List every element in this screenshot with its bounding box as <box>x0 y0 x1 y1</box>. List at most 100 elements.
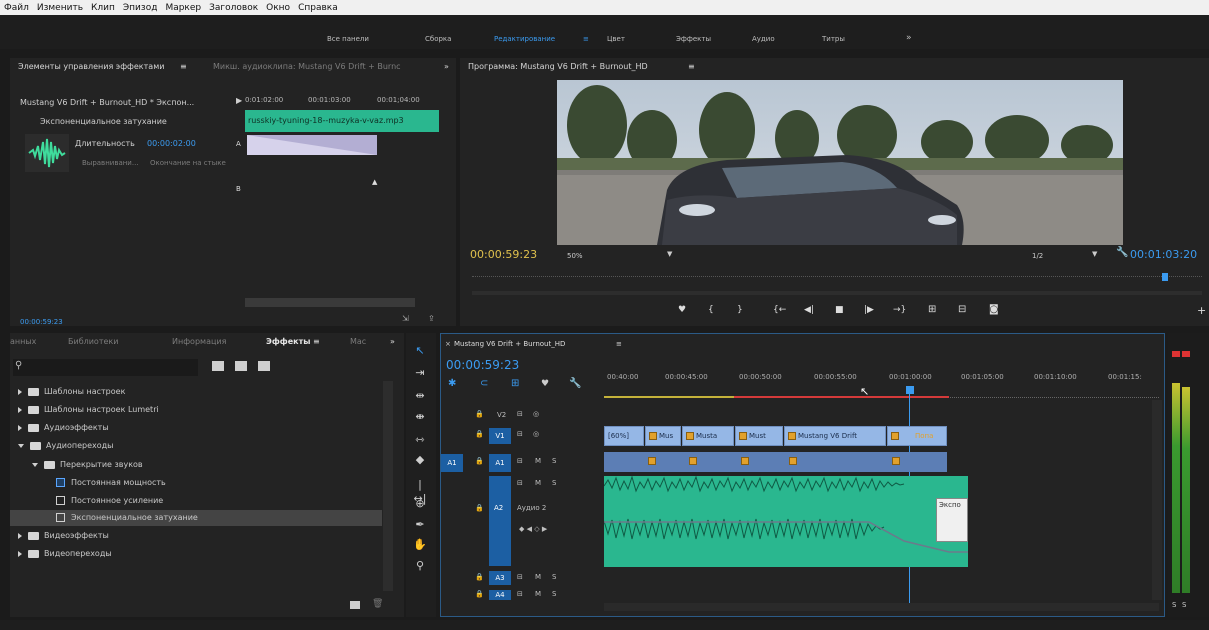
expand-icon[interactable] <box>18 532 22 539</box>
workspace-more-icon[interactable]: » <box>906 33 912 43</box>
export-icon[interactable]: ⇲ <box>402 314 409 323</box>
pen-tool-icon[interactable]: ✒ <box>412 518 428 532</box>
effects-tab-menu-icon[interactable]: ≡ <box>313 333 320 350</box>
program-menu-icon[interactable]: ≡ <box>688 58 695 75</box>
program-zoom-bar[interactable] <box>472 291 1202 295</box>
expand-icon[interactable] <box>18 424 22 431</box>
solo-button[interactable]: S <box>552 590 556 598</box>
effects-panel-more-icon[interactable]: » <box>390 333 395 350</box>
add-marker-timeline-icon[interactable]: ♥ <box>541 379 549 389</box>
tree-constant-power[interactable]: Постоянная мощность <box>56 478 166 487</box>
lock-icon[interactable]: 🔒 <box>475 457 484 465</box>
workspace-titles[interactable]: Титры <box>822 35 845 43</box>
tab-metadata[interactable]: анных <box>10 333 36 350</box>
step-forward-icon[interactable]: |▶ <box>864 305 874 315</box>
duration-value[interactable]: 00:00:02:00 <box>147 139 196 148</box>
track-a4-label[interactable]: A4 <box>489 590 511 600</box>
snap-icon[interactable]: ⊂ <box>480 378 488 389</box>
selection-tool-icon[interactable]: ↖ <box>412 344 428 358</box>
program-playhead-timecode[interactable]: 00:00:59:23 <box>470 248 537 261</box>
expand-icon[interactable] <box>18 388 22 395</box>
solo-button[interactable]: S <box>552 457 556 465</box>
workspace-audio[interactable]: Аудио <box>752 35 775 43</box>
slide-tool-icon[interactable]: ⊕ <box>412 497 428 511</box>
menu-help[interactable]: Справка <box>298 3 338 13</box>
tab-menu-icon[interactable]: ≡ <box>180 58 187 75</box>
sync-icon[interactable]: ⊟ <box>517 479 523 487</box>
program-ruler[interactable] <box>472 276 1202 286</box>
eye-icon[interactable]: ◎ <box>533 430 539 438</box>
tree-presets[interactable]: Шаблоны настроек <box>18 387 125 396</box>
share-icon[interactable]: ⇪ <box>428 314 435 323</box>
timeline-playhead-handle[interactable] <box>906 386 914 394</box>
nest-icon[interactable]: ✱ <box>448 378 456 389</box>
lock-icon[interactable]: 🔒 <box>475 430 484 438</box>
video-clip[interactable]: [60%] <box>604 426 644 446</box>
tree-audio-effects[interactable]: Аудиоэффекты <box>18 423 109 432</box>
ec-scrollbar[interactable] <box>245 298 415 307</box>
mark-in-icon[interactable]: { <box>708 305 714 315</box>
mute-button[interactable]: M <box>535 590 541 598</box>
menu-window[interactable]: Окно <box>266 3 290 13</box>
lock-icon[interactable]: 🔒 <box>475 573 484 581</box>
track-v2-label[interactable]: V2 <box>497 411 506 419</box>
close-sequence-icon[interactable]: × <box>445 340 451 348</box>
video-clip[interactable]: Must <box>735 426 783 446</box>
workspace-editing[interactable]: Редактирование <box>494 35 555 43</box>
mute-button[interactable]: M <box>535 479 541 487</box>
track-a1-label[interactable]: A1 <box>489 454 511 472</box>
ec-timecode[interactable]: 00:00:59:23 <box>20 318 63 326</box>
export-frame-icon[interactable]: ◙ <box>989 304 999 315</box>
timeline-menu-icon[interactable]: ≡ <box>616 340 622 348</box>
sync-icon[interactable]: ⊟ <box>517 430 523 438</box>
go-to-out-icon[interactable]: →} <box>893 305 906 315</box>
add-marker-icon[interactable]: ♥ <box>678 305 686 315</box>
tree-exponential-fade[interactable]: Экспоненциальное затухание <box>56 513 198 522</box>
video-clip[interactable]: Попа <box>887 426 947 446</box>
solo-right-button[interactable]: S <box>1182 601 1186 609</box>
workspace-effects[interactable]: Эффекты <box>676 35 711 43</box>
zoom-tool-icon[interactable]: ⚲ <box>412 559 428 573</box>
extract-icon[interactable]: ⊟ <box>958 304 966 315</box>
audio-clip-a2[interactable] <box>603 475 968 567</box>
workspace-assembly[interactable]: Сборка <box>425 35 451 43</box>
audio-transition-clip[interactable]: Экспо <box>936 498 968 542</box>
ripple-edit-tool-icon[interactable]: ⇹ <box>412 389 428 403</box>
tree-audio-transitions[interactable]: Аудиопереходы <box>18 441 113 450</box>
menu-clip[interactable]: Клип <box>91 3 115 13</box>
tab-effect-controls[interactable]: Элементы управления эффектами <box>18 58 164 75</box>
track-a2-target[interactable] <box>489 476 511 566</box>
lift-icon[interactable]: ⊞ <box>928 304 936 315</box>
tab-libraries[interactable]: Библиотеки <box>68 333 118 350</box>
stop-icon[interactable]: ■ <box>835 305 844 315</box>
tree-video-transitions[interactable]: Видеопереходы <box>18 549 112 558</box>
workspace-all-panels[interactable]: Все панели <box>327 35 369 43</box>
add-button-icon[interactable]: + <box>1197 304 1206 317</box>
razor-tool-icon[interactable]: ◆ <box>412 453 428 467</box>
track-a2-label[interactable]: A2 <box>494 504 503 512</box>
menu-file[interactable]: Файл <box>4 3 29 13</box>
lock-icon[interactable]: 🔒 <box>475 590 484 598</box>
effects-search-input[interactable]: ⚲ <box>13 359 198 376</box>
tree-video-effects[interactable]: Видеоэффекты <box>18 531 109 540</box>
tab-markers[interactable]: Мас <box>350 333 366 350</box>
play-only-icon[interactable]: ▶ <box>236 96 242 105</box>
program-playhead[interactable] <box>1162 273 1168 281</box>
track-select-tool-icon[interactable]: ⇥ <box>412 366 428 380</box>
timeline-timecode[interactable]: 00:00:59:23 <box>446 358 519 372</box>
accelerated-effects-icon[interactable] <box>212 361 224 371</box>
timeline-settings-icon[interactable]: 🔧 <box>569 378 581 389</box>
alignment-dropdown[interactable]: Окончание на стыке <box>150 159 240 167</box>
sync-icon[interactable]: ⊟ <box>517 410 523 418</box>
workspace-color[interactable]: Цвет <box>607 35 625 43</box>
timeline-vertical-scrollbar[interactable] <box>1152 400 1162 600</box>
video-clip[interactable]: Mus <box>645 426 681 446</box>
video-clip[interactable]: Mustang V6 Drift <box>784 426 886 446</box>
rolling-edit-tool-icon[interactable]: ⇼ <box>412 410 428 424</box>
expand-icon[interactable] <box>18 550 22 557</box>
panel-more-icon[interactable]: » <box>444 58 449 75</box>
go-to-in-icon[interactable]: {← <box>773 305 786 315</box>
new-bin-icon[interactable] <box>350 601 360 609</box>
tab-effects[interactable]: Эффекты <box>266 333 310 350</box>
timeline-scrollbar[interactable] <box>604 603 1159 611</box>
